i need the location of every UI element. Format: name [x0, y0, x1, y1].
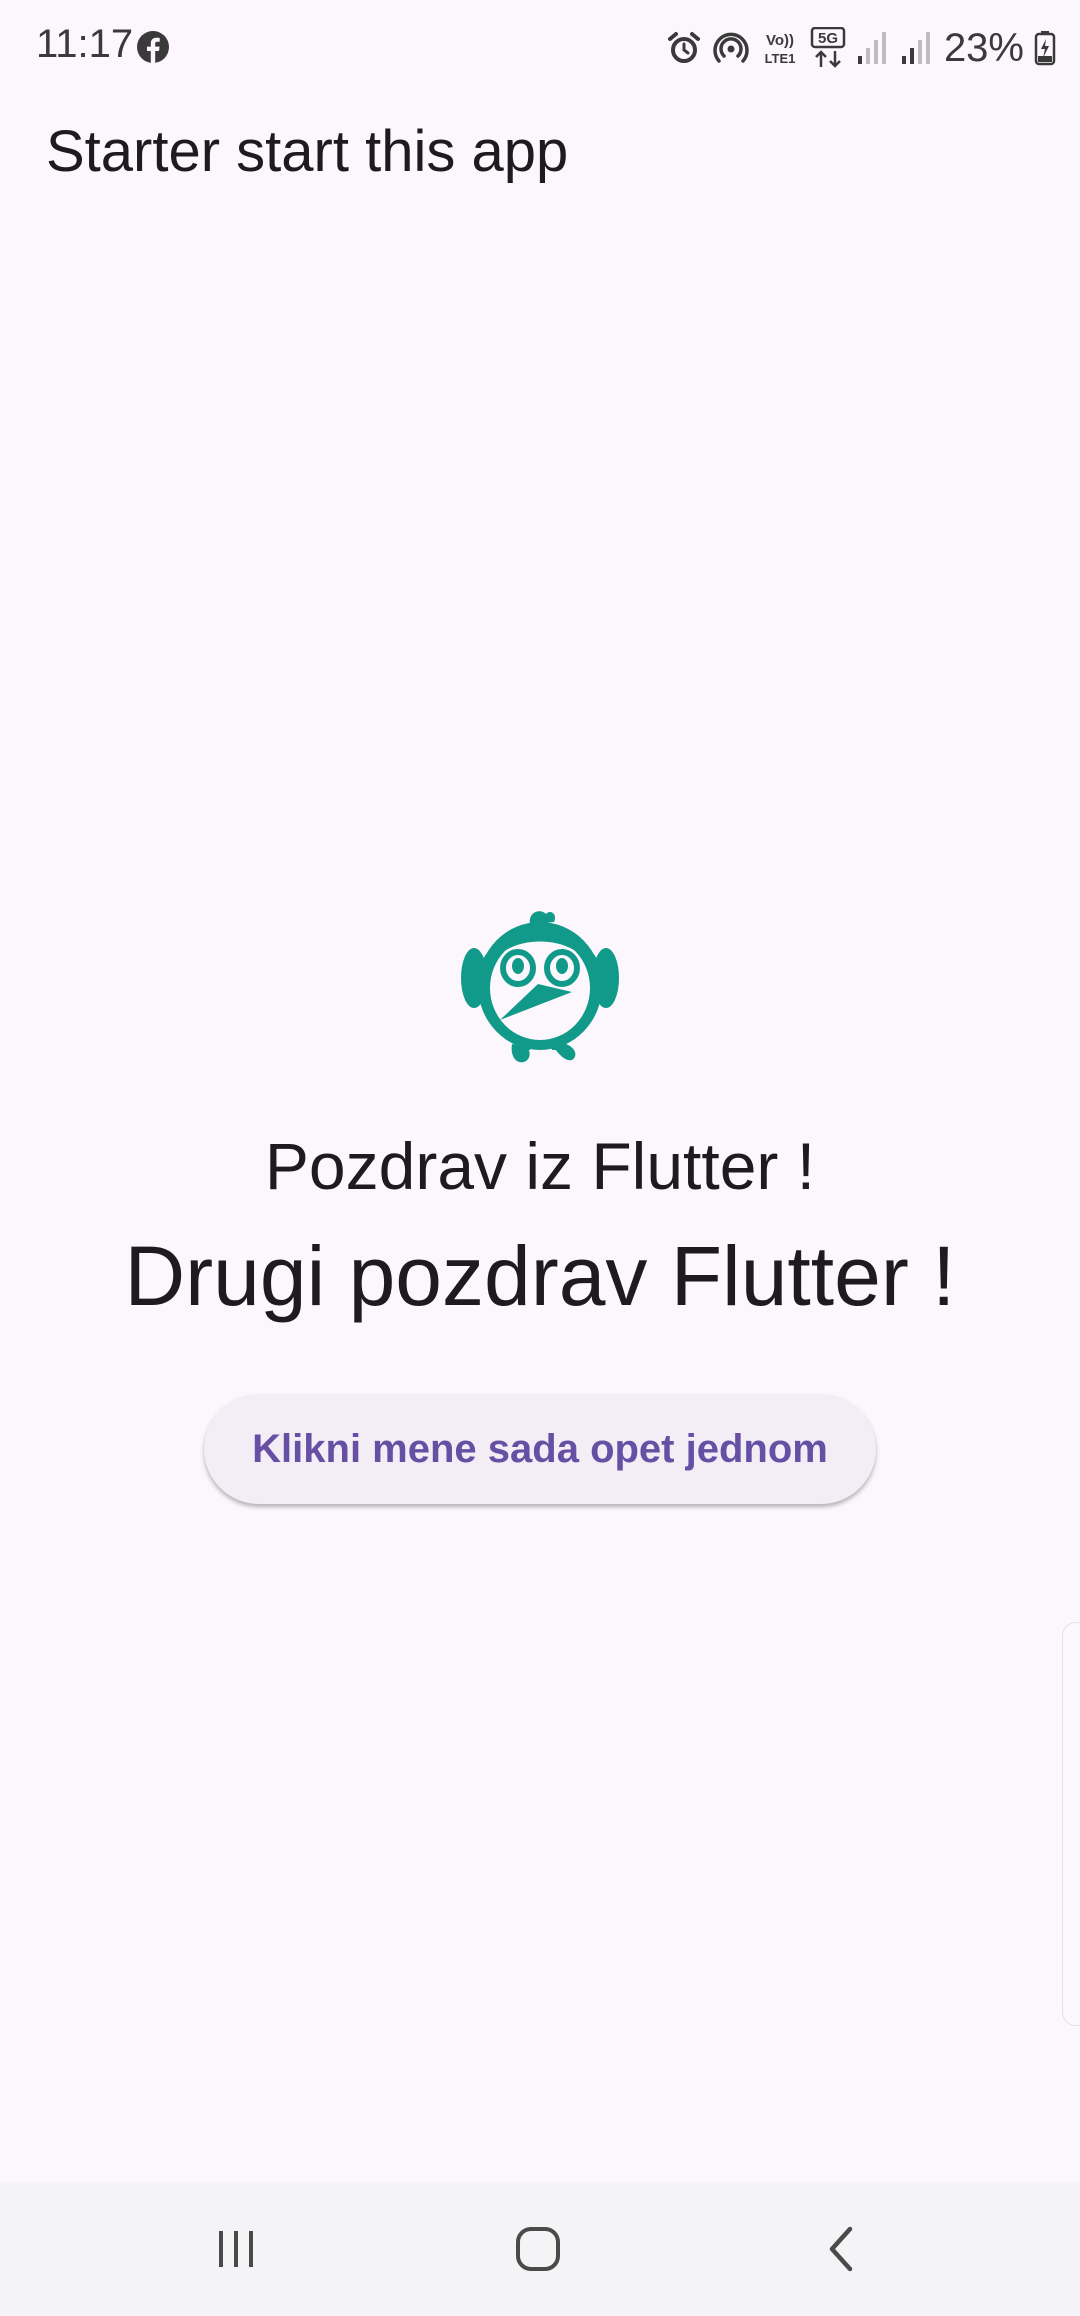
greeting-secondary: Drugi pozdrav Flutter !: [124, 1229, 956, 1323]
owl-mascot-icon: [461, 911, 619, 1063]
battery-icon: [1034, 31, 1056, 66]
network-label: 5G: [818, 30, 838, 47]
app-screen: 11:17 Vo)) LTE1 5G 23% Starter start thi…: [0, 0, 1080, 2316]
edge-panel-handle[interactable]: [1062, 1622, 1080, 2026]
hotspot-icon: [713, 32, 749, 63]
recents-icon: [219, 2231, 253, 2267]
app-bar: Starter start this app: [0, 96, 1080, 208]
facebook-icon: [137, 31, 169, 63]
back-icon: [829, 2226, 853, 2272]
signal-icon: [901, 32, 930, 64]
status-time: 11:17: [36, 22, 134, 66]
app-title: Starter start this app: [46, 119, 569, 184]
navigation-bar: [0, 2182, 1080, 2316]
alarm-icon: [667, 32, 700, 63]
greeting-primary: Pozdrav iz Flutter !: [264, 1129, 816, 1203]
5g-icon: 5G: [810, 27, 846, 68]
status-bar: 11:17 Vo)) LTE1 5G 23%: [0, 0, 1080, 96]
svg-text:LTE1: LTE1: [765, 51, 796, 66]
volte-icon: Vo)) LTE1: [765, 32, 796, 66]
recents-button[interactable]: [156, 2182, 316, 2316]
back-button[interactable]: [762, 2182, 922, 2316]
click-me-button[interactable]: Klikni mene sada opet jednom: [204, 1394, 876, 1504]
home-icon: [516, 2227, 560, 2271]
battery-percent: 23%: [943, 25, 1024, 70]
status-icons: Vo)) LTE1 5G 23%: [666, 22, 1056, 74]
svg-text:Vo)): Vo)): [766, 32, 794, 49]
signal-icon: [857, 32, 886, 64]
home-button[interactable]: [458, 2182, 618, 2316]
